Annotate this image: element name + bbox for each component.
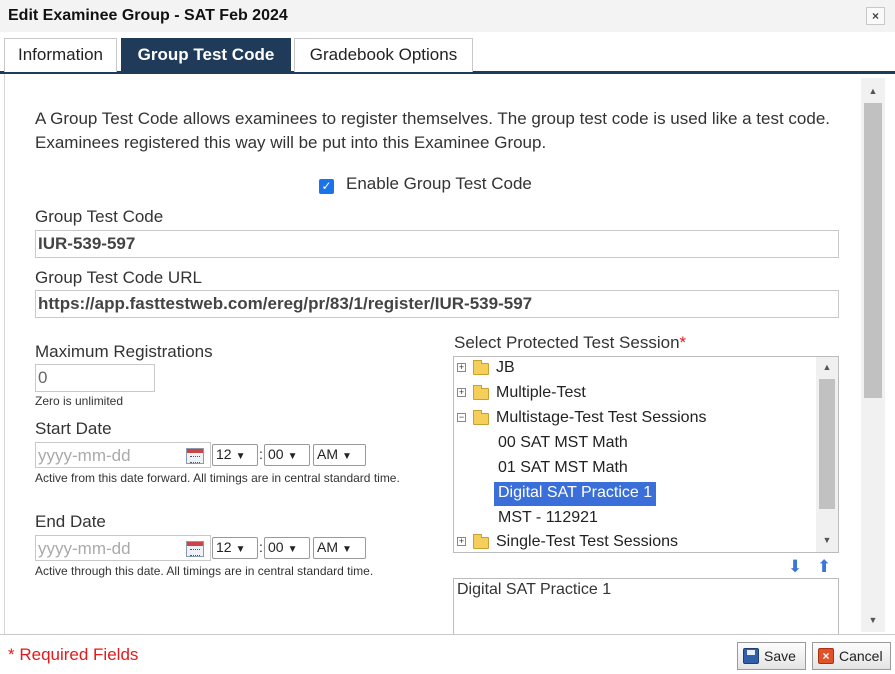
required-fields-note: * Required Fields xyxy=(8,645,139,664)
end-date-hint: Active through this date. All timings ar… xyxy=(35,564,374,578)
start-hour-value: 12 xyxy=(216,446,232,462)
end-date-input[interactable]: yyyy-mm-dd xyxy=(35,535,211,561)
tree-scrollbar-thumb[interactable] xyxy=(819,379,835,509)
start-date-hint: Active from this date forward. All timin… xyxy=(35,471,400,485)
cancel-button[interactable]: × Cancel xyxy=(812,642,891,670)
tree-item-jb[interactable]: JB xyxy=(496,357,515,381)
enable-group-code-checkbox[interactable]: ✓ xyxy=(319,179,334,194)
save-button[interactable]: Save xyxy=(737,642,806,670)
required-marker: * xyxy=(679,333,687,352)
group-code-label: Group Test Code xyxy=(35,207,164,226)
end-ampm-value: AM xyxy=(317,539,338,555)
end-ampm-select[interactable]: AM ▼ xyxy=(313,537,366,559)
scroll-down-icon[interactable]: ▼ xyxy=(861,615,885,625)
max-registrations-hint: Zero is unlimited xyxy=(35,394,124,408)
chevron-down-icon: ▼ xyxy=(235,544,246,555)
end-date-label: End Date xyxy=(35,512,106,531)
enable-group-code-label: Enable Group Test Code xyxy=(346,174,532,193)
tab-content: A Group Test Code allows examinees to re… xyxy=(4,74,861,634)
tree-scrollbar[interactable]: ▲ ▼ xyxy=(816,357,838,552)
tab-information[interactable]: Information xyxy=(4,38,117,72)
end-minute-select[interactable]: 00 ▼ xyxy=(264,537,310,559)
expand-icon[interactable]: + xyxy=(457,537,466,546)
group-code-url-field[interactable]: https://app.fasttestweb.com/ereg/pr/83/1… xyxy=(35,290,839,318)
start-minute-select[interactable]: 00 ▼ xyxy=(264,444,310,466)
end-hour-value: 12 xyxy=(216,539,232,555)
start-date-label: Start Date xyxy=(35,419,112,438)
tree-item-single-test[interactable]: Single-Test Test Sessions xyxy=(496,531,678,552)
select-session-label-text: Select Protected Test Session xyxy=(454,333,680,352)
folder-icon xyxy=(473,410,489,425)
selected-session-box[interactable]: Digital SAT Practice 1 xyxy=(453,578,839,634)
scroll-down-icon[interactable]: ▼ xyxy=(816,535,838,545)
end-time-separator: : xyxy=(259,539,263,555)
chevron-down-icon: ▼ xyxy=(287,544,298,555)
tab-gradebook-options[interactable]: Gradebook Options xyxy=(294,38,473,72)
calendar-icon[interactable] xyxy=(186,541,204,557)
start-time-separator: : xyxy=(259,446,263,462)
start-date-input[interactable]: yyyy-mm-dd xyxy=(35,442,211,468)
close-icon: × xyxy=(871,9,879,23)
start-ampm-value: AM xyxy=(317,446,338,462)
arrow-up-icon[interactable]: ⬆ xyxy=(817,558,835,576)
start-ampm-select[interactable]: AM ▼ xyxy=(313,444,366,466)
folder-icon xyxy=(473,534,489,549)
start-date-placeholder: yyyy-mm-dd xyxy=(38,446,131,465)
tree-item-mst-112921[interactable]: MST - 112921 xyxy=(498,507,598,531)
tree-item-multiple-test[interactable]: Multiple-Test xyxy=(496,382,586,406)
chevron-down-icon: ▼ xyxy=(287,451,298,462)
dialog-title: Edit Examinee Group - SAT Feb 2024 xyxy=(8,7,288,24)
group-code-url-label: Group Test Code URL xyxy=(35,268,202,287)
scroll-up-icon[interactable]: ▲ xyxy=(861,86,885,96)
dialog-scrollbar-thumb[interactable] xyxy=(864,103,882,398)
collapse-icon[interactable]: − xyxy=(457,413,466,422)
tree-item-digital-sat-practice[interactable]: Digital SAT Practice 1 xyxy=(494,482,657,506)
dialog-titlebar: Edit Examinee Group - SAT Feb 2024 × xyxy=(0,0,895,32)
scroll-up-icon[interactable]: ▲ xyxy=(816,362,838,372)
group-code-description: A Group Test Code allows examinees to re… xyxy=(35,109,831,152)
max-registrations-label: Maximum Registrations xyxy=(35,342,213,361)
cancel-icon: × xyxy=(818,648,834,664)
enable-group-code-row[interactable]: ✓ Enable Group Test Code xyxy=(319,174,532,194)
max-registrations-input[interactable]: 0 xyxy=(35,364,155,392)
tree-item-mst-math-01[interactable]: 01 SAT MST Math xyxy=(498,457,628,481)
session-tree[interactable]: + JB + Multiple-Test − Multistage-Test T… xyxy=(453,356,839,553)
save-icon xyxy=(743,648,759,664)
chevron-down-icon: ▼ xyxy=(235,451,246,462)
group-code-field[interactable]: IUR-539-597 xyxy=(35,230,839,258)
end-minute-value: 00 xyxy=(268,539,284,555)
start-hour-select[interactable]: 12 ▼ xyxy=(212,444,258,466)
arrow-down-icon[interactable]: ⬇ xyxy=(788,558,806,576)
start-minute-value: 00 xyxy=(268,446,284,462)
tree-item-mst-math-00[interactable]: 00 SAT MST Math xyxy=(498,432,628,456)
chevron-down-icon: ▼ xyxy=(342,544,352,555)
folder-icon xyxy=(473,360,489,375)
tab-group-test-code[interactable]: Group Test Code xyxy=(121,38,291,72)
dialog-scrollbar[interactable]: ▲ ▼ xyxy=(861,78,885,632)
cancel-button-label: Cancel xyxy=(839,648,883,664)
calendar-icon[interactable] xyxy=(186,448,204,464)
save-button-label: Save xyxy=(764,648,796,664)
tab-bar: Information Group Test Code Gradebook Op… xyxy=(0,36,895,74)
folder-icon xyxy=(473,385,489,400)
end-date-placeholder: yyyy-mm-dd xyxy=(38,539,131,558)
expand-icon[interactable]: + xyxy=(457,388,466,397)
expand-icon[interactable]: + xyxy=(457,363,466,372)
dialog-footer: * Required Fields Save × Cancel xyxy=(0,634,895,674)
select-session-label: Select Protected Test Session* xyxy=(454,333,686,353)
end-hour-select[interactable]: 12 ▼ xyxy=(212,537,258,559)
close-button[interactable]: × xyxy=(866,7,885,25)
chevron-down-icon: ▼ xyxy=(342,451,352,462)
tree-item-multistage[interactable]: Multistage-Test Test Sessions xyxy=(496,407,706,431)
